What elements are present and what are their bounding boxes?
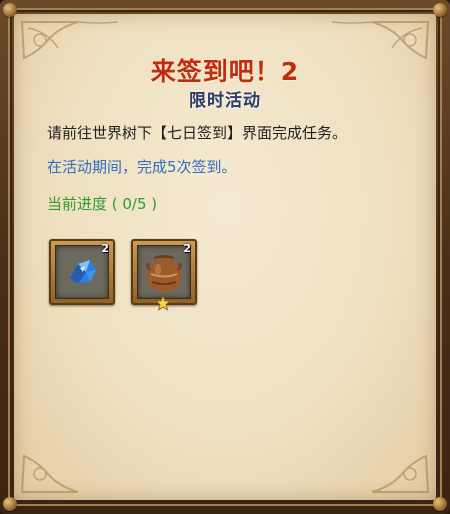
quest-progress: 当前进度 ( 0/5 ) bbox=[47, 195, 158, 213]
quest-title: 来签到吧！2 bbox=[150, 57, 300, 86]
star-icon bbox=[155, 295, 171, 311]
reward-count: 2 bbox=[101, 242, 109, 255]
quest-requirement: 在活动期间，完成5次签到。 bbox=[47, 158, 237, 176]
reward-count: 2 bbox=[183, 242, 191, 255]
quest-subtitle: 限时活动 bbox=[189, 91, 261, 111]
quest-description: 请前往世界树下【七日签到】界面完成任务。 bbox=[47, 124, 348, 142]
ornament-icon bbox=[371, 454, 430, 493]
ornament-icon bbox=[20, 454, 79, 493]
reward-slot-crystal[interactable]: 2 bbox=[49, 239, 115, 305]
